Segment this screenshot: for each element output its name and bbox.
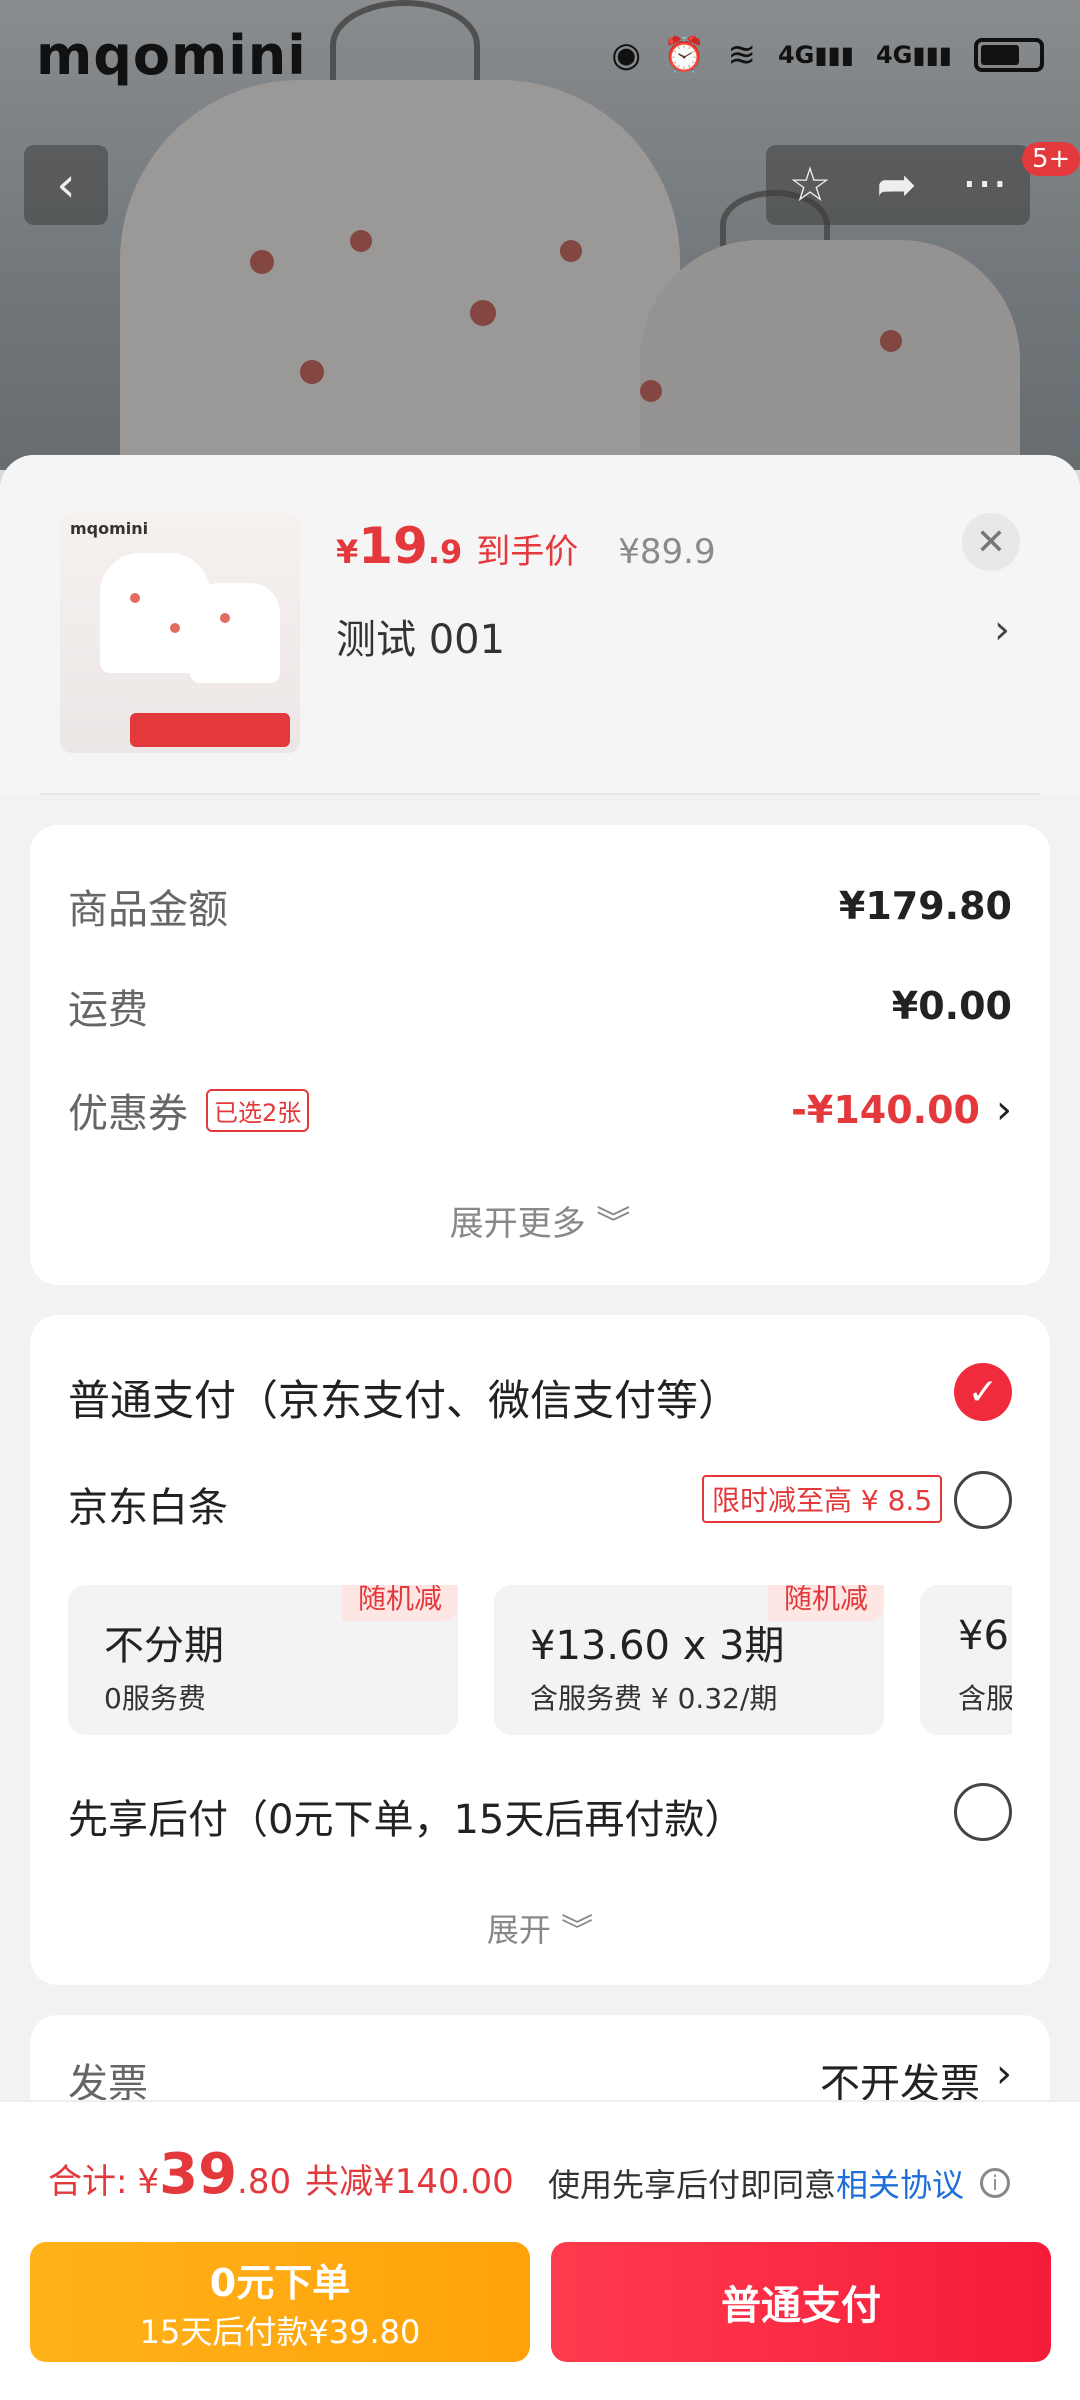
plan-title: ¥6.	[958, 1613, 1012, 1659]
spec-selector[interactable]: 测试 001	[336, 607, 505, 665]
price-line: ¥19.9 到手价 ¥89.9	[336, 517, 716, 575]
payment-card: 普通支付（京东支付、微信支付等） ✓ 京东白条 限时减至高 ¥ 8.5 随机减 …	[30, 1315, 1050, 1985]
normal-pay-button[interactable]: 普通支付	[551, 2242, 1051, 2362]
signal-icon: 4G▮▮▮	[875, 41, 952, 69]
chevron-right-icon[interactable]: ›	[994, 607, 1010, 653]
plan-tag: 随机减	[341, 1585, 458, 1621]
more-icon[interactable]: ···	[962, 157, 1008, 213]
product-summary: mqomini ¥19.9 到手价 ¥89.9 ✕ 测试 001 ›	[0, 455, 1080, 795]
plan-title: ¥13.60 x 3期	[530, 1623, 785, 1669]
installment-plan[interactable]: 随机减 ¥13.60 x 3期 含服务费 ¥ 0.32/期	[494, 1585, 884, 1735]
expand-button[interactable]: 展开 ︾	[30, 1905, 1050, 1951]
order-total: 合计: ¥ 39 .80 共减¥140.00	[48, 2142, 514, 2207]
chevron-down-icon: ︾	[596, 1204, 631, 1244]
pay-later-option[interactable]: 先享后付（0元下单，15天后再付款）	[68, 1787, 744, 1845]
button-sublabel: 15天后付款¥39.80	[139, 2312, 421, 2351]
total-saved: 共减¥140.00	[305, 2162, 514, 2202]
row-label: 优惠券	[68, 1091, 188, 1137]
brand-logo: mqomini	[36, 23, 307, 87]
row-value: ¥0.00	[891, 984, 1012, 1028]
row-label: 商品金额	[68, 887, 228, 933]
total-amount: 39	[159, 2142, 238, 2207]
plan-tag: 随机减	[767, 1585, 884, 1621]
checkout-footer: 合计: ¥ 39 .80 共减¥140.00 使用先享后付即同意 相关协议 i …	[0, 2100, 1080, 2400]
row-label: 运费	[68, 987, 148, 1033]
info-icon[interactable]: i	[980, 2168, 1011, 2198]
toolbar: ☆ ➦ ···	[766, 145, 1030, 225]
goods-amount-row: 商品金额 ¥179.80	[68, 877, 1012, 935]
final-price: ¥19.9	[336, 517, 463, 575]
pay-later-button[interactable]: 0元下单 15天后付款¥39.80	[30, 2242, 530, 2362]
coupon-row[interactable]: 优惠券 已选2张 -¥140.00 ›	[68, 1081, 1012, 1139]
shipping-row: 运费 ¥0.00	[68, 977, 1012, 1035]
plan-subtitle: 含服	[958, 1682, 1012, 1715]
baitiao-radio[interactable]	[954, 1471, 1012, 1529]
installment-plan[interactable]: 随机减 不分期 0服务费	[68, 1585, 458, 1735]
expand-more-button[interactable]: 展开更多 ︾	[30, 1196, 1050, 1245]
chevron-right-icon: ›	[996, 1087, 1012, 1133]
normal-pay-option[interactable]: 普通支付（京东支付、微信支付等）	[68, 1367, 740, 1428]
agreement-note: 使用先享后付即同意 相关协议 i	[548, 2160, 1011, 2206]
plan-title: 不分期	[104, 1623, 224, 1669]
plan-subtitle: 含服务费 ¥ 0.32/期	[530, 1682, 778, 1715]
amount-card: 商品金额 ¥179.80 运费 ¥0.00 优惠券 已选2张 -¥140.00 …	[30, 825, 1050, 1285]
thumbnail-brand: mqomini	[70, 519, 149, 538]
back-button[interactable]: ‹	[24, 145, 108, 225]
signal-icon: 4G▮▮▮	[777, 41, 854, 69]
chevron-left-icon: ‹	[56, 157, 76, 213]
close-button[interactable]: ✕	[962, 513, 1020, 571]
pay-later-radio[interactable]	[954, 1783, 1012, 1841]
wifi-icon: ≋	[727, 35, 756, 75]
divider	[40, 793, 1040, 795]
final-price-label: 到手价	[476, 532, 579, 572]
alarm-icon: ⏰	[663, 35, 706, 75]
star-icon[interactable]: ☆	[788, 157, 831, 213]
checkout-sheet: mqomini ¥19.9 到手价 ¥89.9 ✕ 测试 001 › 商品金额 …	[0, 455, 1080, 2400]
row-value: ¥179.80	[838, 884, 1012, 928]
button-label: 0元下单	[209, 2260, 351, 2305]
coupon-discount: -¥140.00	[791, 1088, 980, 1132]
total-label: 合计:	[48, 2162, 128, 2202]
installment-plans: 随机减 不分期 0服务费 随机减 ¥13.60 x 3期 含服务费 ¥ 0.32…	[68, 1585, 1012, 1735]
chevron-down-icon: ︾	[561, 1911, 594, 1949]
original-price: ¥89.9	[618, 532, 716, 572]
product-thumbnail[interactable]: mqomini	[60, 513, 300, 753]
close-icon: ✕	[975, 521, 1007, 563]
baitiao-promo-badge: 限时减至高 ¥ 8.5	[702, 1475, 943, 1523]
normal-pay-radio[interactable]: ✓	[954, 1363, 1012, 1421]
baitiao-option[interactable]: 京东白条	[68, 1475, 228, 1533]
plan-subtitle: 0服务费	[104, 1682, 206, 1715]
button-label: 普通支付	[721, 2283, 881, 2329]
agreement-link[interactable]: 相关协议	[836, 2160, 964, 2206]
share-icon[interactable]: ➦	[877, 157, 917, 213]
status-bar: mqomini ◉ ⏰ ≋ 4G▮▮▮ 4G▮▮▮	[0, 0, 1080, 110]
battery-icon	[974, 38, 1044, 72]
coupon-count-badge: 已选2张	[206, 1088, 310, 1132]
check-icon: ✓	[967, 1371, 999, 1413]
message-badge: 5+	[1022, 142, 1080, 176]
eye-icon: ◉	[611, 35, 642, 75]
installment-plan[interactable]: ¥6. 含服	[920, 1585, 1012, 1735]
status-icons: ◉ ⏰ ≋ 4G▮▮▮ 4G▮▮▮	[611, 35, 1044, 75]
